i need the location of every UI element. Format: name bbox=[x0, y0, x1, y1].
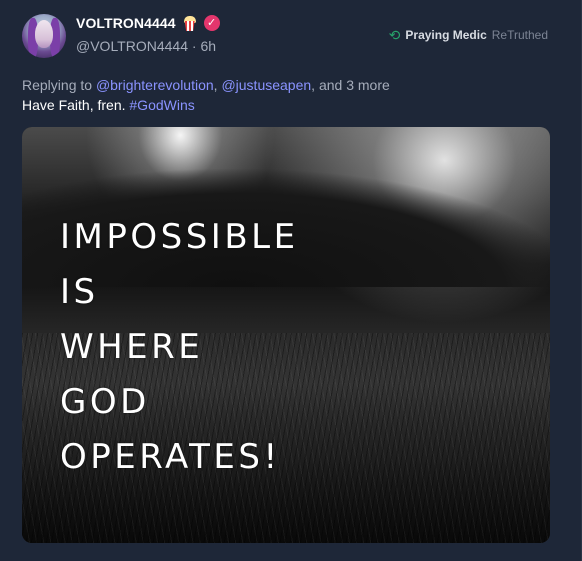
author-handle[interactable]: @VOLTRON4444 bbox=[76, 38, 188, 54]
retruth-user[interactable]: Praying Medic bbox=[405, 28, 486, 42]
quote-line: GOD bbox=[60, 382, 150, 422]
truth-post: VOLTRON4444 ✓ @VOLTRON4444 · 6h ⟲ Prayin… bbox=[0, 0, 582, 561]
reply-context: Replying to @brighterevolution, @justuse… bbox=[22, 77, 390, 93]
quote-line: IMPOSSIBLE bbox=[60, 217, 299, 257]
post-text: Have Faith, fren. bbox=[22, 97, 126, 113]
retruth-icon: ⟲ bbox=[388, 27, 401, 43]
retruth-label: ReTruthed bbox=[491, 28, 548, 42]
retruth-indicator: ⟲ Praying Medic ReTruthed bbox=[389, 28, 548, 42]
quote-line: WHERE bbox=[60, 327, 204, 367]
mention-link[interactable]: @brighterevolution bbox=[96, 77, 214, 93]
post-image[interactable]: IMPOSSIBLE IS WHERE GOD OPERATES! bbox=[22, 127, 550, 543]
quote-line: IS bbox=[60, 272, 99, 312]
reply-comma: , bbox=[213, 77, 218, 93]
post-time[interactable]: 6h bbox=[200, 38, 216, 54]
reply-suffix: , and 3 more bbox=[311, 77, 390, 93]
mention-link[interactable]: @justuseapen bbox=[221, 77, 311, 93]
popcorn-icon bbox=[182, 15, 198, 31]
verified-badge-icon: ✓ bbox=[203, 15, 220, 31]
image-quote-text: IMPOSSIBLE IS WHERE GOD OPERATES! bbox=[60, 210, 299, 485]
post-body: Have Faith, fren. #GodWins bbox=[22, 97, 195, 113]
author-display-name[interactable]: VOLTRON4444 bbox=[76, 15, 176, 31]
author-name-row: VOLTRON4444 ✓ bbox=[76, 15, 220, 31]
quote-line: OPERATES! bbox=[60, 437, 281, 477]
reply-prefix: Replying to bbox=[22, 77, 93, 93]
author-avatar[interactable] bbox=[22, 14, 66, 58]
author-handle-row: @VOLTRON4444 · 6h bbox=[76, 38, 216, 54]
hashtag-link[interactable]: #GodWins bbox=[129, 97, 194, 113]
